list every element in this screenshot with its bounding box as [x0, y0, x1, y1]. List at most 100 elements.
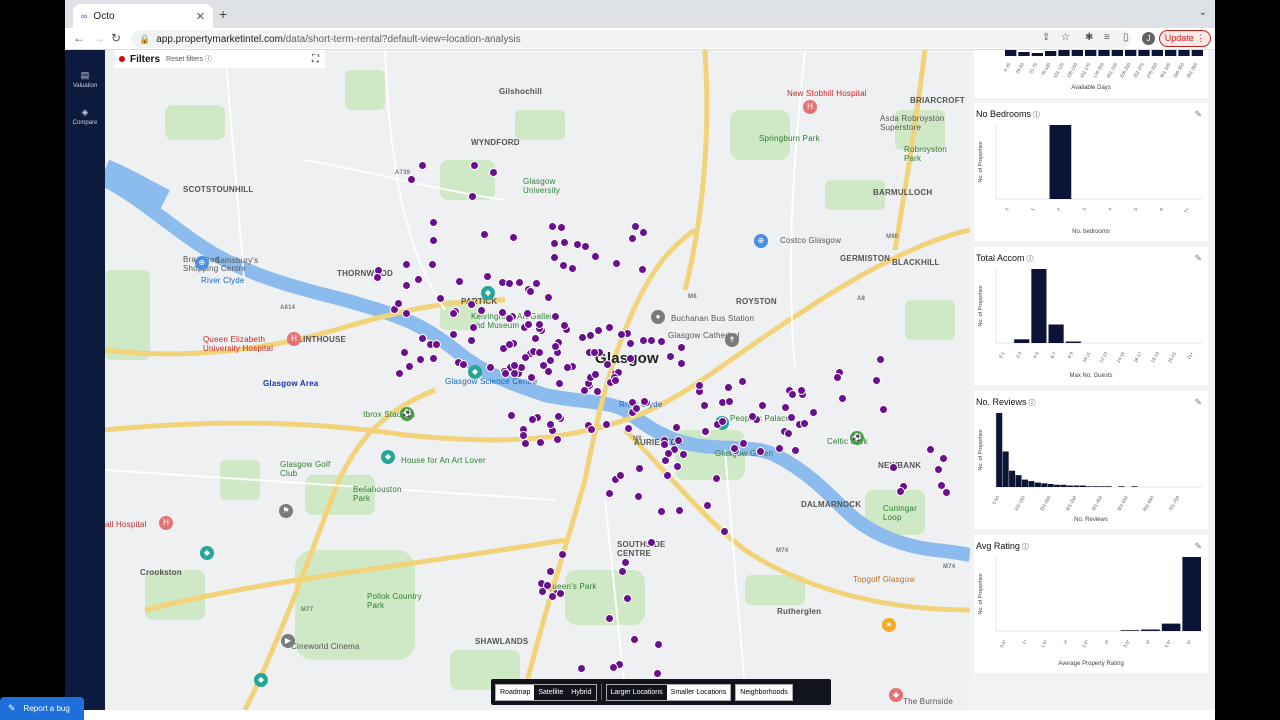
property-marker-icon[interactable]	[546, 419, 556, 429]
property-marker-icon[interactable]	[414, 274, 424, 284]
cinema-icon[interactable]: ▶	[281, 634, 295, 648]
filters-title[interactable]: Filters	[130, 54, 160, 65]
property-marker-icon[interactable]	[467, 335, 477, 345]
hospital-marker-icon[interactable]: H	[287, 332, 301, 346]
property-marker-icon[interactable]	[521, 438, 531, 448]
property-marker-icon[interactable]	[589, 348, 599, 358]
property-marker-icon[interactable]	[436, 293, 446, 303]
update-button[interactable]: Update ⋮	[1159, 30, 1211, 47]
property-marker-icon[interactable]	[632, 403, 642, 413]
property-marker-icon[interactable]	[551, 311, 561, 321]
property-marker-icon[interactable]	[405, 361, 415, 371]
neighborhoods-button[interactable]: Neighborhoods	[736, 684, 792, 700]
reload-icon[interactable]: ↻	[111, 31, 121, 45]
property-marker-icon[interactable]	[485, 363, 495, 373]
larger-locations-button[interactable]: Larger Locations	[606, 684, 667, 700]
place-icon[interactable]: ◆	[200, 546, 214, 560]
property-marker-icon[interactable]	[615, 470, 625, 480]
property-marker-icon[interactable]	[477, 305, 487, 315]
property-marker-icon[interactable]	[526, 286, 536, 296]
property-marker-icon[interactable]	[587, 424, 597, 434]
gallery-icon[interactable]: ◆	[381, 450, 395, 464]
property-marker-icon[interactable]	[656, 507, 666, 517]
property-marker-icon[interactable]	[531, 333, 541, 343]
bookmark-star-icon[interactable]: ☆	[1061, 32, 1070, 43]
property-marker-icon[interactable]	[535, 438, 545, 448]
place-icon[interactable]: ◆	[889, 688, 903, 702]
property-marker-icon[interactable]	[646, 537, 656, 547]
golf-icon[interactable]: ⚑	[279, 504, 293, 518]
property-marker-icon[interactable]	[787, 412, 796, 422]
place-icon[interactable]: ◆	[254, 673, 268, 687]
back-icon[interactable]: ←	[73, 31, 85, 45]
property-marker-icon[interactable]	[576, 663, 586, 673]
property-marker-icon[interactable]	[506, 410, 516, 420]
property-marker-icon[interactable]	[550, 238, 560, 248]
extensions-icon[interactable]: ✱	[1085, 32, 1093, 43]
reset-filters-link[interactable]: Reset filters ⓘ	[166, 54, 212, 64]
property-marker-icon[interactable]	[546, 355, 556, 365]
property-marker-icon[interactable]	[454, 276, 464, 286]
bus-station-icon[interactable]: ●	[651, 310, 665, 324]
property-marker-icon[interactable]	[755, 447, 765, 457]
topgolf-icon[interactable]: ★	[882, 618, 896, 632]
reading-list-icon[interactable]: ≡	[1104, 32, 1110, 43]
property-marker-icon[interactable]	[677, 342, 687, 352]
hospital-marker-icon[interactable]: H	[159, 516, 173, 530]
map-canvas[interactable]: Gilshochill WYNDFORD SCOTSTOUNHILL Braeh…	[105, 50, 970, 710]
property-marker-icon[interactable]	[591, 369, 601, 379]
property-marker-icon[interactable]	[662, 470, 672, 480]
property-marker-icon[interactable]	[737, 376, 747, 386]
hybrid-button[interactable]: Hybrid	[567, 684, 596, 700]
side-panel-icon[interactable]: ▯	[1123, 32, 1129, 43]
property-marker-icon[interactable]	[871, 375, 881, 385]
profile-avatar[interactable]: J	[1142, 32, 1155, 45]
property-marker-icon[interactable]	[508, 233, 518, 243]
property-marker-icon[interactable]	[479, 229, 489, 239]
property-marker-icon[interactable]	[676, 358, 686, 368]
property-marker-icon[interactable]	[671, 423, 681, 433]
property-marker-icon[interactable]	[718, 416, 728, 426]
property-marker-icon[interactable]	[429, 353, 439, 363]
share-icon[interactable]: ⇪	[1042, 32, 1050, 43]
property-marker-icon[interactable]	[604, 322, 614, 332]
property-marker-icon[interactable]	[553, 411, 563, 421]
property-marker-icon[interactable]	[543, 292, 553, 302]
property-marker-icon[interactable]	[666, 351, 676, 361]
property-marker-icon[interactable]	[723, 382, 733, 392]
property-marker-icon[interactable]	[417, 333, 427, 343]
sidebar-item-valuation[interactable]: ▤ Valuation	[65, 70, 105, 89]
property-marker-icon[interactable]	[725, 396, 735, 406]
property-marker-icon[interactable]	[429, 235, 439, 245]
cathedral-icon[interactable]: ✝	[725, 333, 739, 347]
property-marker-icon[interactable]	[427, 260, 437, 270]
new-tab-icon[interactable]: +	[219, 6, 227, 22]
property-marker-icon[interactable]	[621, 557, 631, 567]
tab-search-chevron-icon[interactable]: ⌄	[1199, 7, 1207, 18]
property-marker-icon[interactable]	[542, 580, 552, 590]
property-marker-icon[interactable]	[625, 353, 635, 363]
property-marker-icon[interactable]	[406, 174, 416, 184]
property-marker-icon[interactable]	[700, 426, 710, 436]
property-marker-icon[interactable]	[527, 415, 537, 425]
property-marker-icon[interactable]	[429, 217, 438, 227]
property-marker-icon[interactable]	[653, 640, 663, 650]
property-marker-icon[interactable]	[639, 396, 649, 406]
sidebar-item-compare[interactable]: ◈ Compare	[65, 107, 105, 126]
stadium-icon[interactable]: ⚽	[400, 407, 414, 421]
property-marker-icon[interactable]	[601, 419, 611, 429]
property-marker-icon[interactable]	[393, 299, 403, 309]
museum-icon[interactable]: ◆	[481, 286, 495, 300]
property-marker-icon[interactable]	[553, 434, 562, 444]
report-bug-button[interactable]: ✎ Report a bug	[0, 697, 84, 720]
property-marker-icon[interactable]	[501, 369, 511, 379]
shopping-bag-icon[interactable]: ⊕	[195, 256, 209, 270]
property-marker-icon[interactable]	[448, 330, 458, 340]
property-marker-icon[interactable]	[489, 167, 499, 177]
property-marker-icon[interactable]	[469, 322, 478, 332]
property-marker-icon[interactable]	[559, 237, 569, 247]
close-tab-icon[interactable]: ✕	[196, 10, 205, 23]
property-marker-icon[interactable]	[482, 272, 492, 282]
browser-tab[interactable]: ∞ Octo ✕	[73, 4, 213, 28]
property-marker-icon[interactable]	[557, 222, 567, 232]
